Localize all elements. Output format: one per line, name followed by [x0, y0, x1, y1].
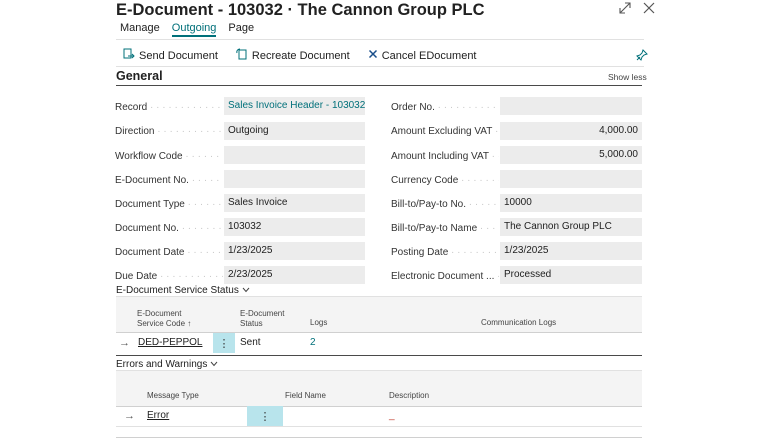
- column-status-line2: Status: [240, 319, 263, 328]
- document-type-label: Document Type: [115, 199, 223, 210]
- column-service-code[interactable]: E-Document Service Code ↑: [137, 309, 191, 329]
- electronic-document-status-label: Electronic Document ...: [391, 271, 499, 282]
- edocument-no-label: E-Document No.: [115, 175, 223, 186]
- action-bar: Send Document Recreate Document Cancel E…: [123, 48, 477, 63]
- menu-divider: [116, 39, 644, 40]
- amount-excl-vat-label: Amount Excluding VAT: [391, 126, 499, 137]
- chevron-down-icon: [210, 359, 218, 370]
- recreate-document-label: Recreate Document: [251, 49, 350, 62]
- row-selector-arrow-icon[interactable]: →: [124, 406, 135, 426]
- action-bar-divider: [116, 66, 644, 67]
- page-title: E-Document - 103032 · The Cannon Group P…: [116, 1, 485, 19]
- currency-code-field[interactable]: [500, 170, 642, 188]
- due-date-field[interactable]: 2/23/2025: [224, 266, 365, 284]
- service-status-bottom-rule: [116, 355, 642, 356]
- amount-excl-vat-field[interactable]: 4,000.00: [500, 122, 642, 140]
- posting-date-label: Posting Date: [391, 247, 499, 258]
- general-section-rule: [116, 85, 642, 86]
- table-row[interactable]: → DED-PEPPOL ⋮ Sent 2: [116, 333, 642, 353]
- bill-to-name-label: Bill-to/Pay-to Name: [391, 223, 499, 234]
- send-document-label: Send Document: [139, 49, 218, 62]
- service-status-title: E-Document Service Status: [116, 285, 239, 296]
- bill-to-no-field[interactable]: 10000: [500, 194, 642, 212]
- errors-warnings-title: Errors and Warnings: [116, 359, 208, 370]
- menu-page[interactable]: Page: [228, 22, 254, 37]
- pin-icon[interactable]: [636, 48, 648, 66]
- bill-to-name-field[interactable]: The Cannon Group PLC: [500, 218, 642, 236]
- document-date-label: Document Date: [115, 247, 223, 258]
- workflow-code-label: Workflow Code: [115, 151, 223, 162]
- show-less-link[interactable]: Show less: [608, 72, 647, 82]
- amount-incl-vat-field[interactable]: 5,000.00: [500, 146, 642, 164]
- table-row[interactable]: → Error ⋮ _: [116, 406, 642, 426]
- service-status-grid-header: [116, 297, 642, 332]
- column-service-code-line2: Service Code ↑: [137, 319, 192, 328]
- document-no-label: Document No.: [115, 223, 223, 234]
- column-field-name[interactable]: Field Name: [285, 391, 326, 401]
- cancel-edocument-button[interactable]: Cancel EDocument: [368, 48, 477, 63]
- electronic-document-status-field[interactable]: Processed: [500, 266, 642, 284]
- send-document-icon: [123, 48, 135, 63]
- order-no-field[interactable]: [500, 97, 642, 115]
- document-date-field[interactable]: 1/23/2025: [224, 242, 365, 260]
- recreate-document-button[interactable]: Recreate Document: [236, 48, 350, 63]
- message-type-cell[interactable]: Error: [147, 406, 169, 426]
- record-field[interactable]: Sales Invoice Header - 103032: [224, 97, 365, 115]
- status-cell: Sent: [240, 337, 261, 348]
- row-selector-arrow-icon[interactable]: →: [119, 333, 130, 353]
- direction-field[interactable]: Outgoing: [224, 122, 365, 140]
- column-service-code-line1: E-Document: [137, 309, 182, 318]
- direction-label: Direction: [115, 126, 223, 137]
- menu-outgoing[interactable]: Outgoing: [171, 22, 217, 37]
- column-message-type[interactable]: Message Type: [147, 391, 199, 401]
- send-document-button[interactable]: Send Document: [123, 48, 218, 63]
- due-date-label: Due Date: [115, 271, 223, 282]
- expand-icon[interactable]: [618, 1, 632, 15]
- errors-row-rule: [116, 426, 642, 427]
- page-bottom-rule: [116, 437, 642, 438]
- bill-to-no-label: Bill-to/Pay-to No.: [391, 199, 499, 210]
- row-actions-menu-icon[interactable]: ⋮: [247, 406, 283, 426]
- workflow-code-field[interactable]: [224, 146, 365, 164]
- posting-date-field[interactable]: 1/23/2025: [500, 242, 642, 260]
- action-menu-bar: Manage Outgoing Page: [120, 22, 254, 37]
- row-actions-menu-icon[interactable]: ⋮: [213, 333, 235, 353]
- menu-manage[interactable]: Manage: [120, 22, 160, 37]
- column-status[interactable]: E-Document Status: [240, 309, 284, 329]
- cancel-edocument-label: Cancel EDocument: [381, 49, 477, 62]
- currency-code-label: Currency Code: [391, 175, 499, 186]
- column-status-line1: E-Document: [240, 309, 285, 318]
- chevron-down-icon: [242, 285, 250, 296]
- record-label: Record: [115, 102, 223, 113]
- description-cell: _: [389, 410, 395, 421]
- order-no-label: Order No.: [391, 102, 499, 113]
- service-code-cell[interactable]: DED-PEPPOL: [138, 333, 202, 353]
- document-no-field[interactable]: 103032: [224, 218, 365, 236]
- general-section-title: General: [116, 69, 163, 83]
- recreate-document-icon: [236, 48, 248, 63]
- logs-cell[interactable]: 2: [310, 333, 316, 353]
- cancel-icon: [368, 49, 378, 62]
- amount-incl-vat-label: Amount Including VAT: [391, 151, 499, 162]
- column-description[interactable]: Description: [389, 391, 429, 401]
- edocument-no-field[interactable]: [224, 170, 365, 188]
- service-status-section[interactable]: E-Document Service Status: [116, 285, 250, 296]
- window-controls: [618, 1, 656, 15]
- errors-warnings-section[interactable]: Errors and Warnings: [116, 359, 218, 370]
- column-logs[interactable]: Logs: [310, 318, 327, 328]
- close-icon[interactable]: [642, 1, 656, 15]
- column-communication-logs[interactable]: Communication Logs: [481, 318, 556, 328]
- document-type-field[interactable]: Sales Invoice: [224, 194, 365, 212]
